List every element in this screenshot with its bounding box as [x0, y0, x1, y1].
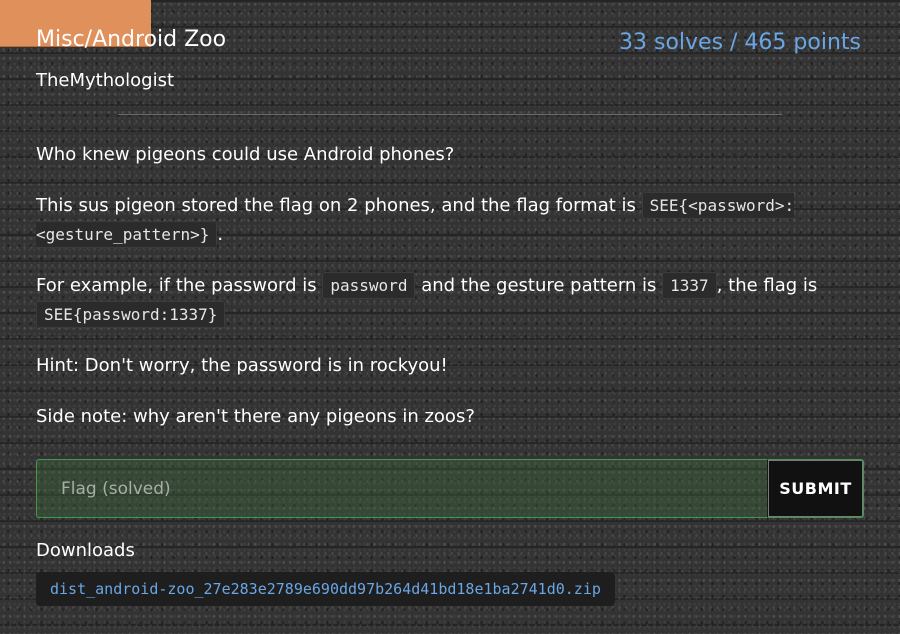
- desc-paragraph-2: This sus pigeon stored the flag on 2 pho…: [36, 191, 866, 249]
- desc-text: This sus pigeon stored the flag on 2 pho…: [36, 195, 636, 216]
- desc-hint: Hint: Don't worry, the password is in ro…: [36, 355, 448, 376]
- desc-paragraph-1: Who knew pigeons could use Android phone…: [36, 144, 455, 165]
- challenge-description: Who knew pigeons could use Android phone…: [36, 140, 866, 453]
- example-password-code: password: [322, 272, 416, 299]
- challenge-author: TheMythologist: [36, 70, 175, 91]
- example-pattern-code: 1337: [662, 272, 717, 299]
- desc-side-note: Side note: why aren't there any pigeons …: [36, 406, 475, 427]
- example-flag-code: SEE{password:1337}: [36, 301, 226, 328]
- flag-input[interactable]: [36, 459, 767, 518]
- desc-text: For example, if the password is: [36, 275, 317, 296]
- downloads-heading: Downloads: [36, 540, 135, 561]
- desc-paragraph-3: For example, if the password is password…: [36, 271, 866, 329]
- desc-text: ,: [716, 275, 723, 296]
- desc-text: .: [217, 224, 224, 245]
- desc-text: and the gesture pattern is: [421, 275, 657, 296]
- flag-form: SUBMIT: [36, 459, 864, 518]
- download-link[interactable]: dist_android-zoo_27e283e2789e690dd97b264…: [36, 572, 615, 606]
- desc-text: the flag is: [728, 275, 818, 296]
- challenge-title: Misc/Android Zoo: [36, 27, 227, 52]
- submit-button[interactable]: SUBMIT: [767, 459, 864, 518]
- solves-points: 33 solves / 465 points: [619, 30, 861, 55]
- divider: [118, 114, 782, 115]
